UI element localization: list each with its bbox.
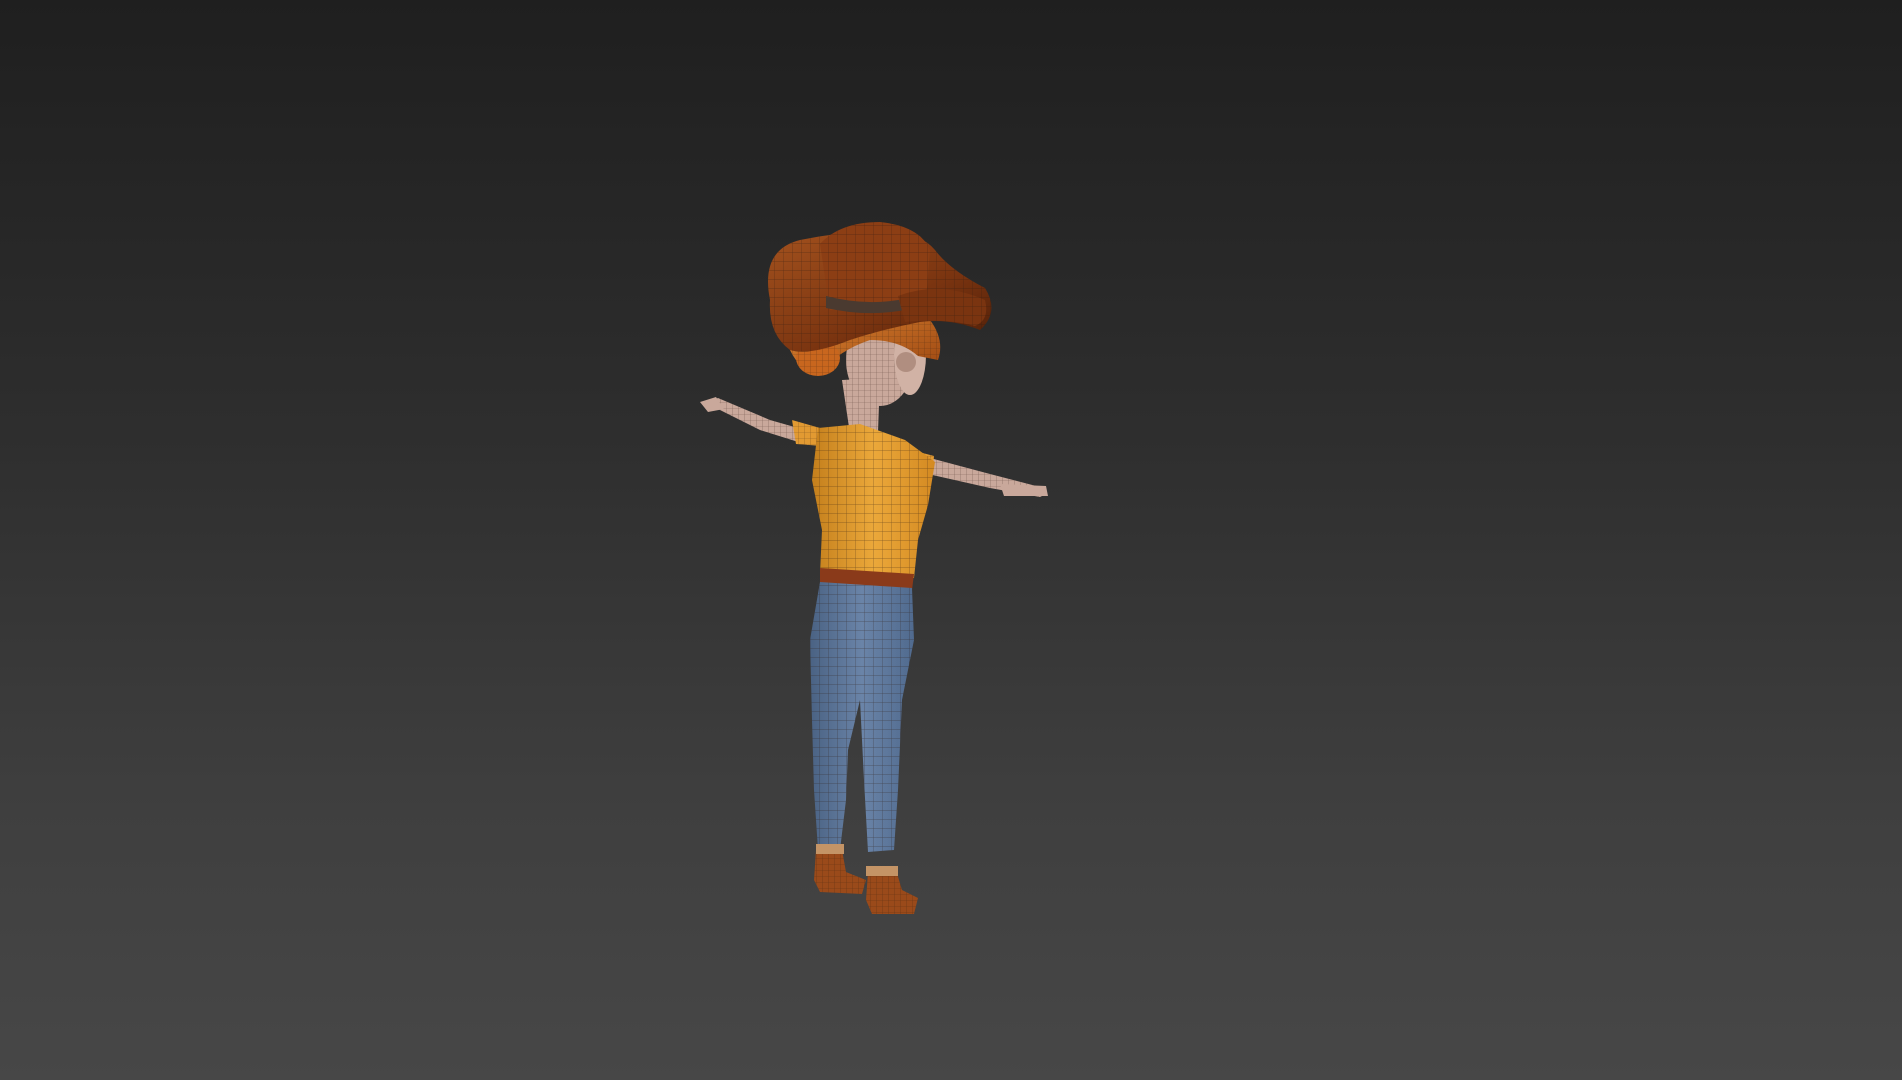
scene-canvas: [700, 222, 1048, 914]
character-model[interactable]: [700, 222, 1048, 914]
left-arm: [700, 397, 822, 446]
shirt: [812, 424, 935, 590]
pants: [810, 582, 914, 852]
3d-viewport[interactable]: [0, 0, 1902, 1080]
boots: [814, 844, 918, 914]
